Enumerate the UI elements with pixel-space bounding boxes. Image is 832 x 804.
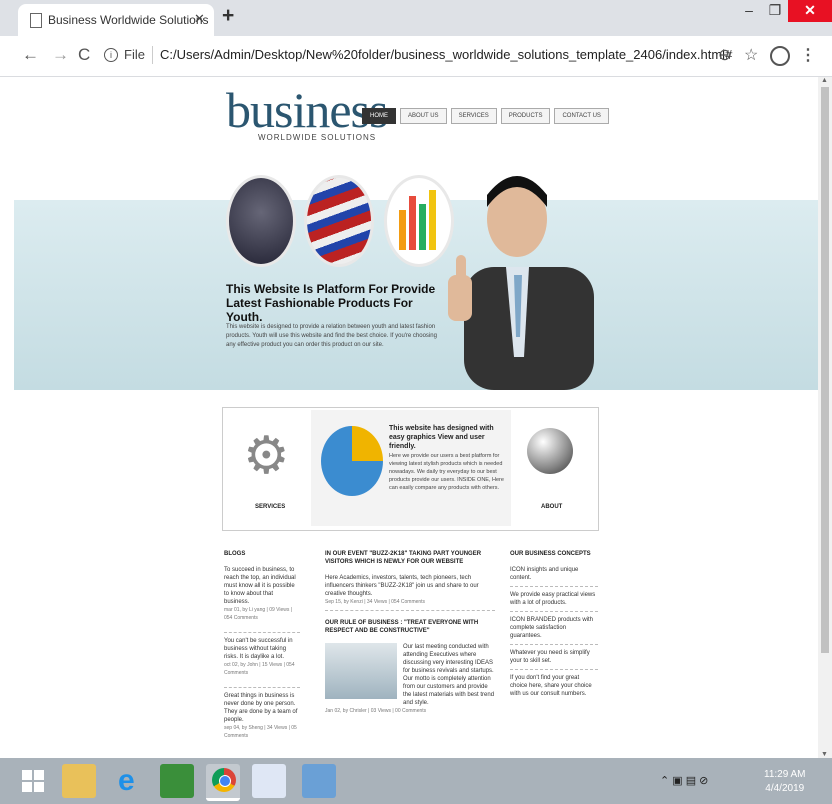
file-explorer-icon[interactable]: [62, 764, 96, 798]
file-scheme-label: File: [124, 47, 145, 62]
window-minimize-button[interactable]: –: [738, 0, 760, 22]
concept-item: ICON BRANDED products with complete sati…: [510, 617, 594, 639]
nav-contact-us[interactable]: CONTACT US: [554, 108, 609, 124]
address-divider: [152, 46, 153, 64]
nav-products[interactable]: PRODUCTS: [500, 108, 551, 124]
globe-icon: [527, 428, 573, 474]
account-icon[interactable]: [770, 46, 790, 66]
scroll-thumb[interactable]: [821, 87, 829, 653]
divider: [510, 611, 598, 612]
clock-time: 11:29 AM: [764, 769, 806, 780]
news-column: IN OUR EVENT "BUZZ-2K18" TAKING PART YOU…: [325, 550, 495, 715]
photos-icon[interactable]: [302, 764, 336, 798]
blog-item[interactable]: You can't be successful in business with…: [224, 637, 300, 677]
blogs-column: BLOGS To succeed in business, to reach t…: [224, 550, 300, 750]
scroll-down-icon[interactable]: ▼: [821, 751, 828, 758]
divider: [325, 610, 495, 611]
nav-about-us[interactable]: ABOUT US: [400, 108, 447, 124]
store-icon[interactable]: [160, 764, 194, 798]
gear-icon: ⚙: [243, 427, 290, 485]
clock-date: 4/4/2019: [765, 783, 805, 794]
divider: [224, 632, 300, 633]
taskbar-clock[interactable]: 11:29 AM 4/4/2019: [764, 768, 806, 796]
reload-button[interactable]: C: [78, 45, 90, 65]
site-nav: HOME ABOUT US SERVICES PRODUCTS CONTACT …: [362, 108, 609, 124]
scroll-up-icon[interactable]: ▲: [821, 77, 828, 84]
meeting-photo: [226, 175, 296, 267]
flags-photo: [304, 175, 374, 267]
news-meta: Sep 15, by Kenzi | 34 Views | 054 Commen…: [325, 599, 426, 605]
internet-explorer-icon[interactable]: e: [118, 764, 135, 798]
concept-item: Whatever you need is simplify your to sk…: [510, 650, 590, 664]
page-scrollbar[interactable]: ▲ ▼: [818, 77, 832, 758]
system-tray-icons[interactable]: ⌃ ▣ ▤ ⊘: [660, 774, 708, 787]
document-viewer-icon[interactable]: [252, 764, 286, 798]
blog-meta: sep 04, by Sheng | 34 Views | 05 Comment…: [224, 725, 297, 739]
blogs-heading: BLOGS: [224, 551, 246, 557]
nav-home[interactable]: HOME: [362, 108, 396, 124]
bookmark-star-icon[interactable]: ☆: [744, 45, 758, 65]
divider: [510, 669, 598, 670]
back-button[interactable]: ←: [22, 45, 39, 65]
features-heading: This website has designed with easy grap…: [389, 425, 494, 450]
browser-toolbar: ← → C i File C:/Users/Admin/Desktop/New%…: [0, 36, 832, 77]
divider: [224, 687, 300, 688]
hero-body: This website is designed to provide a re…: [226, 324, 437, 348]
services-label[interactable]: SERVICES: [255, 504, 285, 510]
browser-tab[interactable]: Business Worldwide Solutions ✕: [18, 4, 214, 36]
about-label[interactable]: ABOUT: [541, 504, 562, 510]
tab-title: Business Worldwide Solutions: [48, 13, 209, 27]
windows-taskbar: e ⌃ ▣ ▤ ⊘ 11:29 AM 4/4/2019: [0, 758, 832, 804]
new-tab-button[interactable]: +: [222, 4, 234, 28]
concepts-column: OUR BUSINESS CONCEPTS ICON insights and …: [510, 550, 598, 698]
blog-meta: oct 02, by John | 15 Views | 054 Comment…: [224, 662, 295, 676]
blog-item[interactable]: Great things in business is never done b…: [224, 692, 300, 740]
concepts-heading: OUR BUSINESS CONCEPTS: [510, 551, 591, 557]
blog-text: You can't be successful in business with…: [224, 638, 293, 660]
news-title[interactable]: OUR RULE OF BUSINESS : "TREAT EVERYONE W…: [325, 619, 495, 635]
concept-item: We provide easy practical views with a l…: [510, 592, 596, 606]
features-text: Here we provide our users a best platfor…: [389, 453, 504, 491]
zoom-icon[interactable]: ⊖: [718, 45, 731, 65]
news-meta: Jan 02, by Chrisler | 03 Views | 00 Comm…: [325, 708, 427, 714]
features-panel: ⚙ SERVICES This website has designed wit…: [222, 407, 599, 531]
chrome-icon[interactable]: [206, 764, 240, 801]
page-favicon-icon: [30, 13, 42, 28]
blog-meta: mar 01, by Li yang | 09 Views | 054 Comm…: [224, 607, 293, 621]
divider: [510, 586, 598, 587]
pie-chart-icon: [321, 426, 383, 496]
divider: [510, 644, 598, 645]
window-close-button[interactable]: ✕: [788, 0, 832, 22]
site-logo-subtitle: WORLDWIDE SOLUTIONS: [258, 133, 377, 142]
forward-button[interactable]: →: [52, 45, 69, 65]
windows-start-icon[interactable]: [22, 770, 44, 792]
news-text: Here Academics, investors, talents, tech…: [325, 575, 479, 597]
blog-item[interactable]: To succeed in business, to reach the top…: [224, 566, 300, 622]
site-info-icon[interactable]: i: [104, 48, 118, 62]
window-restore-button[interactable]: ❐: [764, 0, 786, 22]
news-title[interactable]: IN OUR EVENT "BUZZ-2K18" TAKING PART YOU…: [325, 550, 495, 566]
address-bar[interactable]: C:/Users/Admin/Desktop/New%20folder/busi…: [160, 47, 732, 62]
concept-item: If you don't find your great choice here…: [510, 675, 592, 697]
nav-services[interactable]: SERVICES: [450, 108, 497, 124]
businessman-photo: [448, 176, 594, 390]
tab-strip: Business Worldwide Solutions ✕ + – ❐ ✕: [0, 0, 832, 36]
page-viewport: business WORLDWIDE SOLUTIONS HOME ABOUT …: [0, 77, 818, 758]
tab-close-icon[interactable]: ✕: [194, 11, 205, 27]
blog-text: Great things in business is never done b…: [224, 693, 298, 723]
concept-item: ICON insights and unique content.: [510, 567, 579, 581]
hero-title: This Website Is Platform For Provide Lat…: [226, 282, 436, 324]
meeting-thumbnail: [325, 643, 397, 699]
browser-menu-icon[interactable]: ⋮: [800, 45, 816, 65]
blog-text: To succeed in business, to reach the top…: [224, 567, 296, 605]
